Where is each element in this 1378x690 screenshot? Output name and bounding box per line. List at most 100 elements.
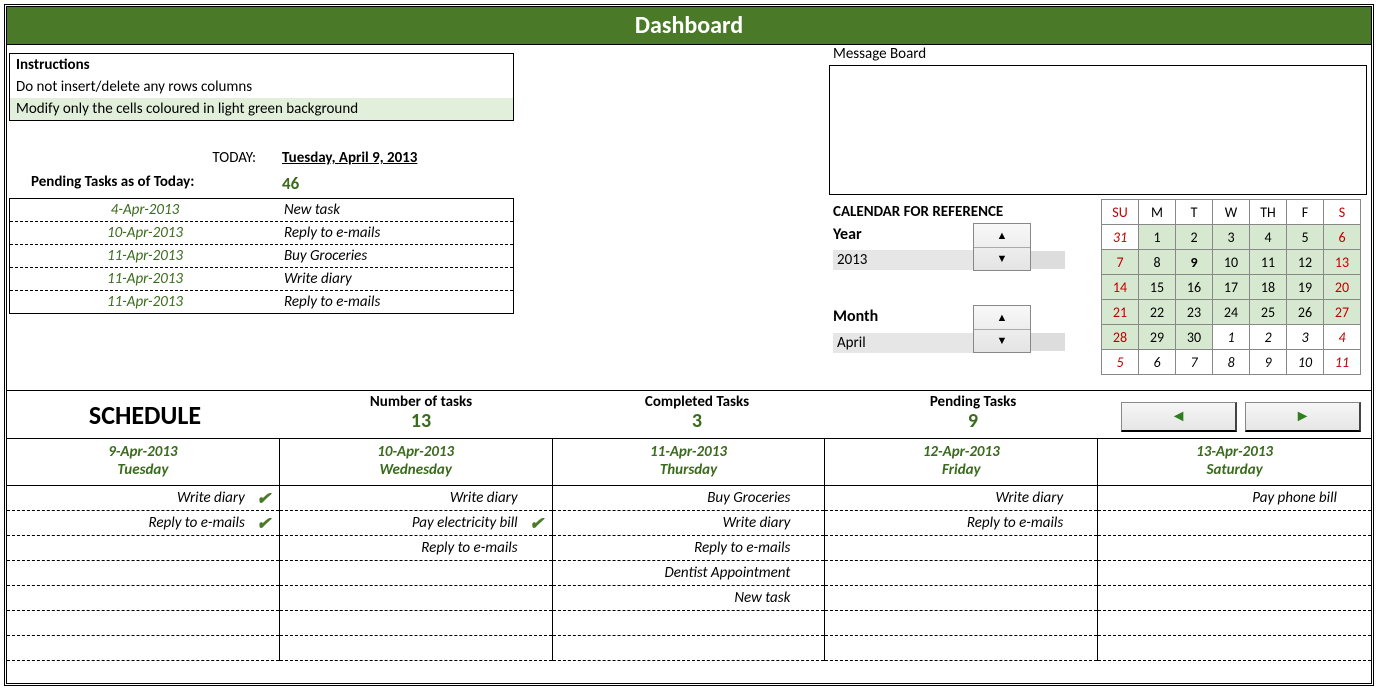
cal-day[interactable]: 3 <box>1213 225 1250 250</box>
year-up-button[interactable]: ▲ <box>974 224 1030 248</box>
task-cell[interactable]: Write diary <box>553 511 825 536</box>
task-cell[interactable] <box>7 586 279 611</box>
day-name: Wednesday <box>280 461 552 479</box>
task-cell[interactable] <box>825 611 1097 636</box>
month-value[interactable]: April <box>833 333 973 353</box>
cal-day[interactable]: 3 <box>1287 325 1324 350</box>
cal-day[interactable]: 1 <box>1213 325 1250 350</box>
task-cell[interactable]: Dentist Appointment <box>553 561 825 586</box>
cal-day[interactable]: 24 <box>1213 300 1250 325</box>
cal-day[interactable]: 31 <box>1102 225 1139 250</box>
month-down-button[interactable]: ▼ <box>974 330 1030 353</box>
cal-day[interactable]: 16 <box>1176 275 1213 300</box>
cal-day[interactable]: 8 <box>1213 350 1250 375</box>
pending-task-desc: Reply to e-mails <box>280 222 513 244</box>
pending-task-row: 10-Apr-2013Reply to e-mails <box>10 222 513 245</box>
task-cell[interactable]: Buy Groceries <box>553 486 825 511</box>
task-cell[interactable] <box>7 561 279 586</box>
task-text: Write diary <box>723 514 791 532</box>
cal-day[interactable]: 4 <box>1324 325 1361 350</box>
task-cell[interactable] <box>7 636 279 661</box>
cal-day[interactable]: 7 <box>1102 250 1139 275</box>
task-cell[interactable] <box>553 611 825 636</box>
instructions-line: Do not insert/delete any rows columns <box>10 76 513 98</box>
cal-day[interactable]: 11 <box>1324 350 1361 375</box>
cal-day[interactable]: 2 <box>1176 225 1213 250</box>
cal-day[interactable]: 18 <box>1250 275 1287 300</box>
day-name: Saturday <box>1098 461 1371 479</box>
task-cell[interactable] <box>1098 561 1371 586</box>
cal-day[interactable]: 21 <box>1102 300 1139 325</box>
task-text: Reply to e-mails <box>694 539 790 557</box>
cal-day[interactable]: 15 <box>1139 275 1176 300</box>
task-cell[interactable]: Reply to e-mails✔ <box>7 511 279 536</box>
task-cell[interactable] <box>825 636 1097 661</box>
cal-day[interactable]: 27 <box>1324 300 1361 325</box>
cal-day[interactable]: 14 <box>1102 275 1139 300</box>
cal-day[interactable]: 9 <box>1250 350 1287 375</box>
task-text: Pay phone bill <box>1252 489 1337 507</box>
cal-day[interactable]: 30 <box>1176 325 1213 350</box>
cal-day[interactable]: 5 <box>1102 350 1139 375</box>
prev-button[interactable]: ◄ <box>1121 402 1237 432</box>
cal-day[interactable]: 7 <box>1176 350 1213 375</box>
month-up-button[interactable]: ▲ <box>974 306 1030 330</box>
next-button[interactable]: ► <box>1245 402 1361 432</box>
cal-day[interactable]: 28 <box>1102 325 1139 350</box>
task-cell[interactable] <box>825 536 1097 561</box>
task-cell[interactable]: Write diary <box>280 486 552 511</box>
cal-day[interactable]: 6 <box>1324 225 1361 250</box>
task-cell[interactable] <box>280 586 552 611</box>
year-spinner[interactable]: ▲ ▼ <box>973 223 1031 271</box>
task-cell[interactable]: Write diary✔ <box>7 486 279 511</box>
task-cell[interactable] <box>553 636 825 661</box>
cal-day[interactable]: 10 <box>1213 250 1250 275</box>
cal-day[interactable]: 4 <box>1250 225 1287 250</box>
task-cell[interactable] <box>1098 611 1371 636</box>
task-text: Write diary <box>177 489 245 507</box>
task-cell[interactable] <box>280 636 552 661</box>
message-board[interactable] <box>829 65 1367 195</box>
task-cell[interactable]: Write diary <box>825 486 1097 511</box>
task-cell[interactable] <box>825 586 1097 611</box>
cal-day[interactable]: 2 <box>1250 325 1287 350</box>
cal-day[interactable]: 25 <box>1250 300 1287 325</box>
task-cell[interactable]: Reply to e-mails <box>280 536 552 561</box>
cal-day[interactable]: 19 <box>1287 275 1324 300</box>
cal-day[interactable]: 20 <box>1324 275 1361 300</box>
task-cell[interactable]: Pay phone bill <box>1098 486 1371 511</box>
cal-day[interactable]: 12 <box>1287 250 1324 275</box>
cal-day[interactable]: 26 <box>1287 300 1324 325</box>
cal-day[interactable]: 22 <box>1139 300 1176 325</box>
month-label: Month <box>833 307 878 326</box>
task-cell[interactable] <box>1098 511 1371 536</box>
cal-day[interactable]: 6 <box>1139 350 1176 375</box>
task-cell[interactable]: Reply to e-mails <box>553 536 825 561</box>
task-cell[interactable] <box>280 611 552 636</box>
task-cell[interactable]: Pay electricity bill✔ <box>280 511 552 536</box>
cal-day[interactable]: 5 <box>1287 225 1324 250</box>
cal-day[interactable]: 23 <box>1176 300 1213 325</box>
pending-task-row: 11-Apr-2013Buy Groceries <box>10 245 513 268</box>
task-cell[interactable] <box>280 561 552 586</box>
cal-day[interactable]: 10 <box>1287 350 1324 375</box>
task-cell[interactable]: New task <box>553 586 825 611</box>
task-cell[interactable] <box>1098 536 1371 561</box>
task-cell[interactable] <box>7 611 279 636</box>
task-cell[interactable] <box>1098 636 1371 661</box>
task-cell[interactable] <box>825 561 1097 586</box>
year-down-button[interactable]: ▼ <box>974 248 1030 271</box>
year-value[interactable]: 2013 <box>833 250 973 270</box>
cal-day[interactable]: 11 <box>1250 250 1287 275</box>
cal-day[interactable]: 8 <box>1139 250 1176 275</box>
cal-day[interactable]: 13 <box>1324 250 1361 275</box>
task-cell[interactable]: Reply to e-mails <box>825 511 1097 536</box>
month-spinner[interactable]: ▲ ▼ <box>973 305 1031 353</box>
task-cell[interactable] <box>7 536 279 561</box>
cal-day[interactable]: 1 <box>1139 225 1176 250</box>
cal-day[interactable]: 9 <box>1176 250 1213 275</box>
day-column: Write diaryPay electricity bill✔Reply to… <box>280 486 553 661</box>
cal-day[interactable]: 29 <box>1139 325 1176 350</box>
cal-day[interactable]: 17 <box>1213 275 1250 300</box>
task-cell[interactable] <box>1098 586 1371 611</box>
